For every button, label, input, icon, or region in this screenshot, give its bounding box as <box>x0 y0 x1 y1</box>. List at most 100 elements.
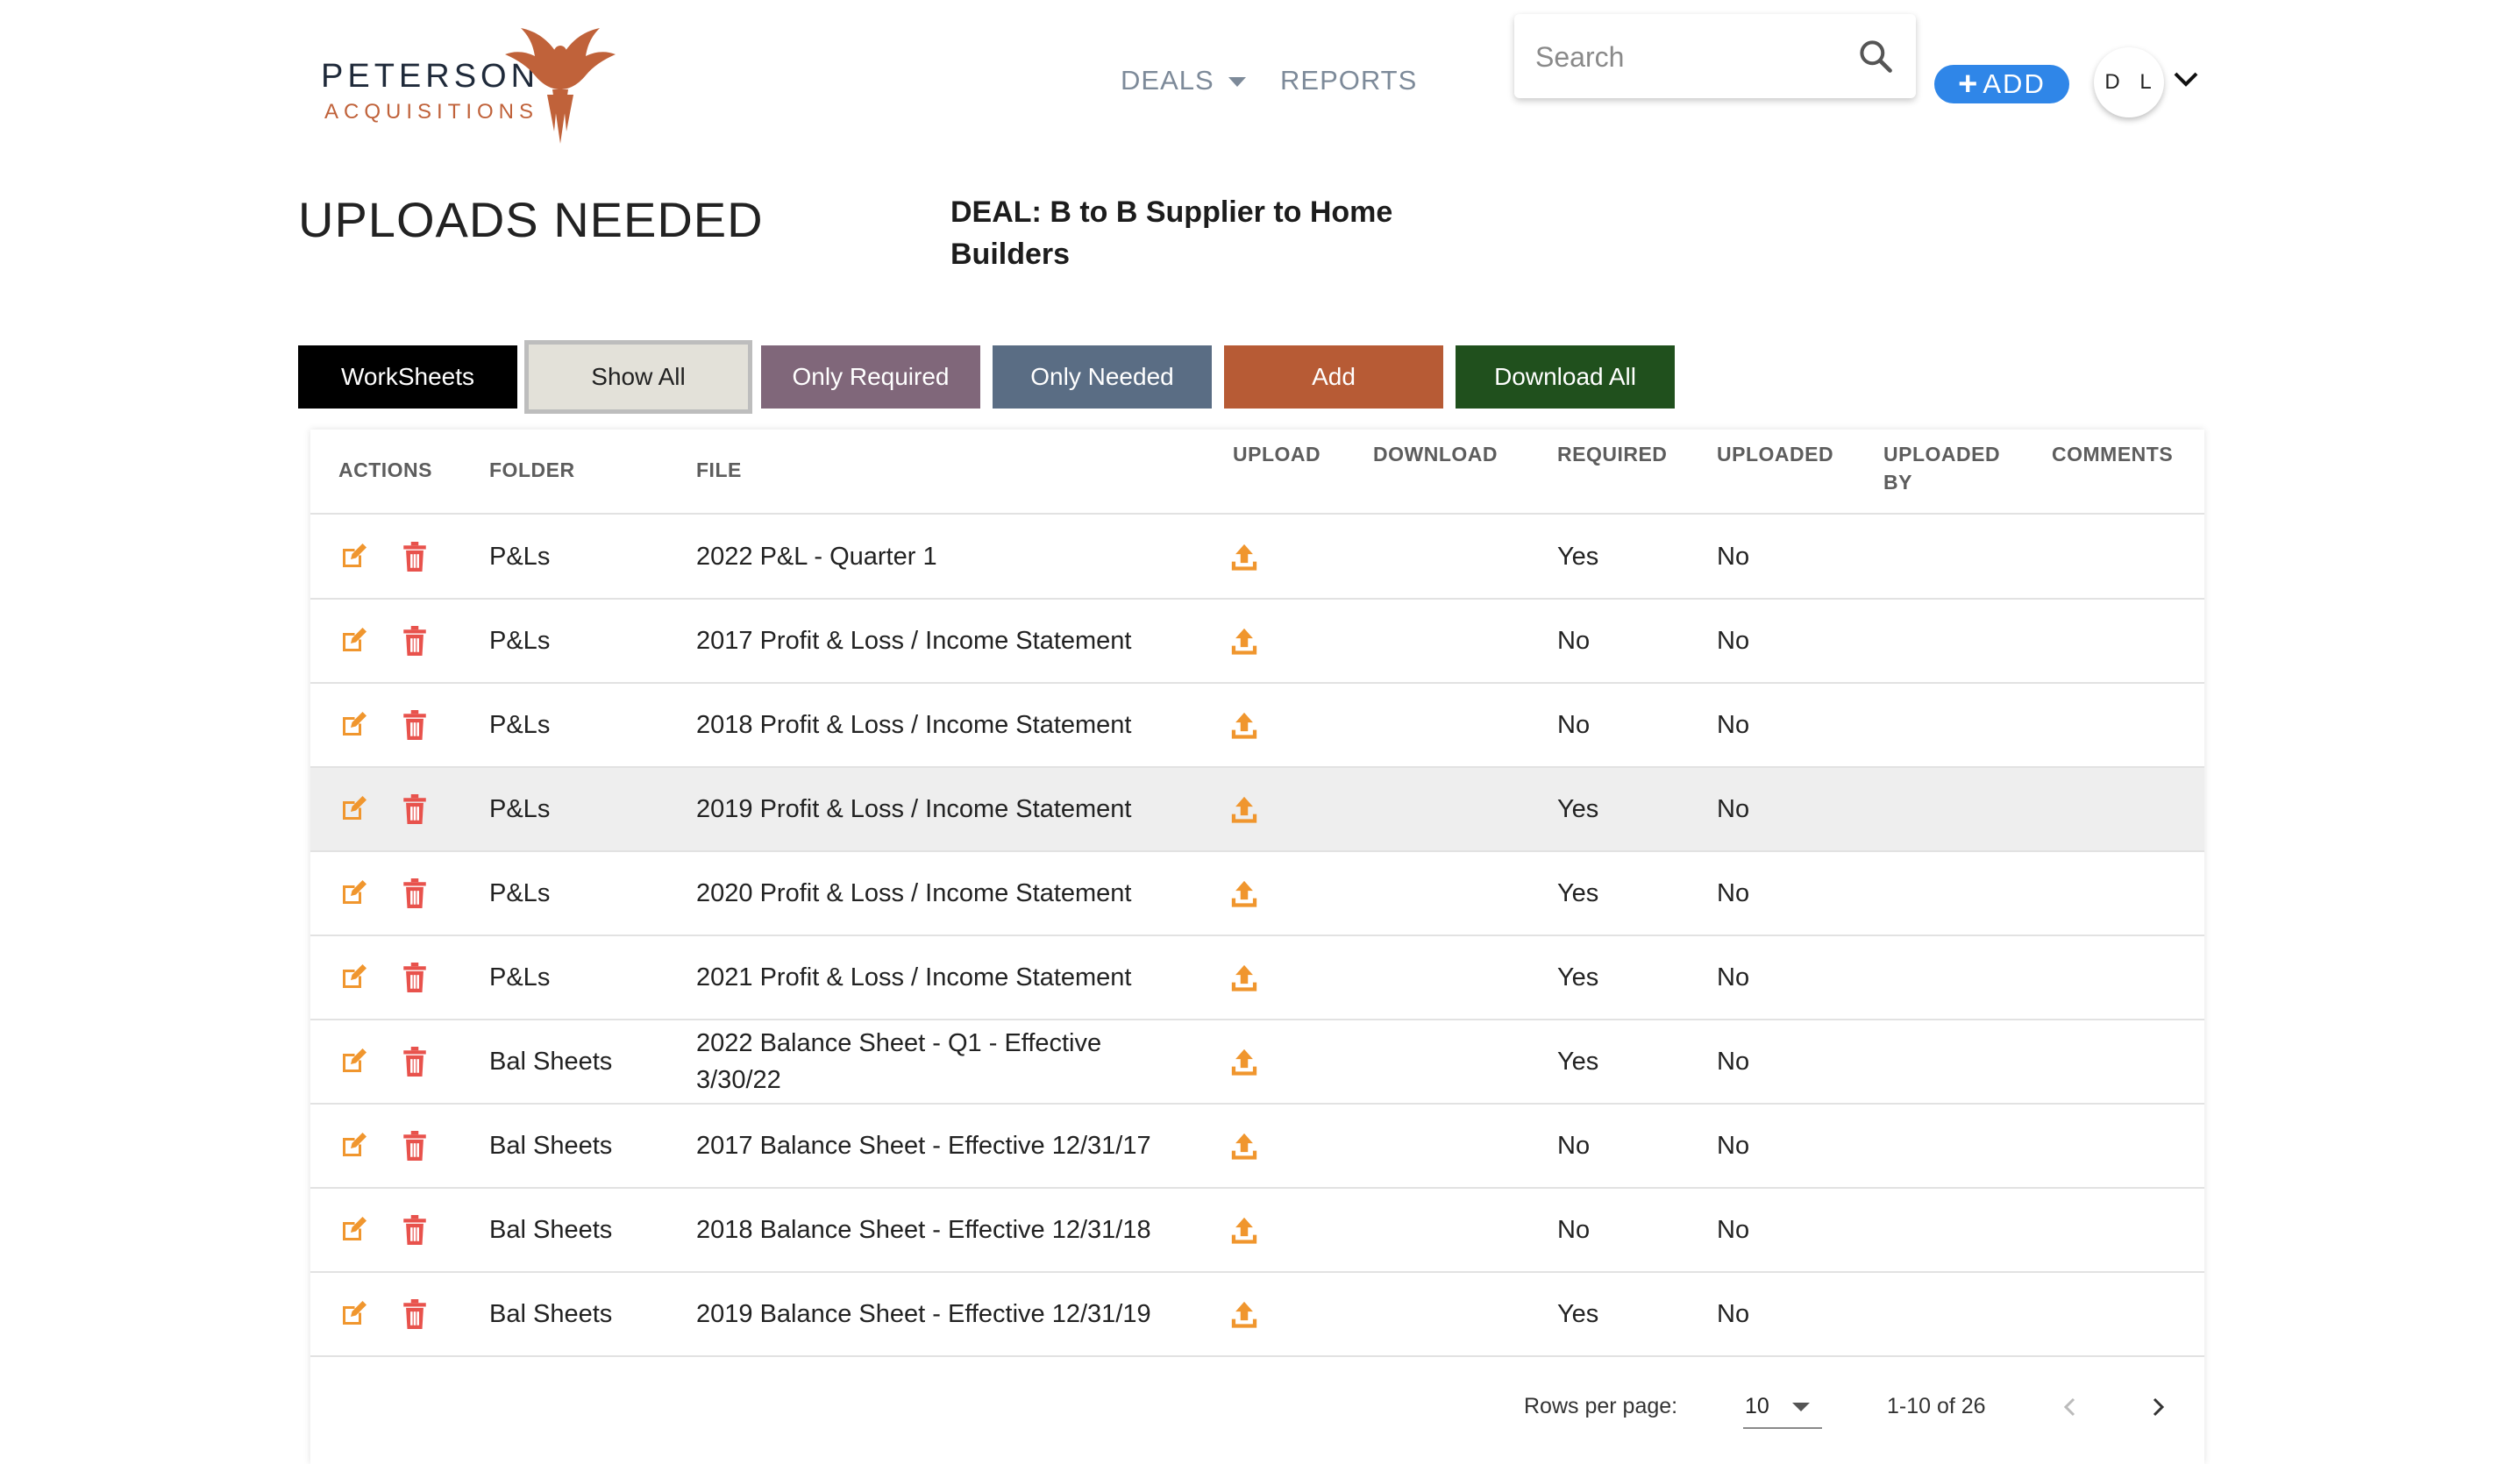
edit-icon[interactable] <box>337 515 372 598</box>
file-cell: 2022 P&L - Quarter 1 <box>696 543 937 571</box>
upload-icon[interactable] <box>1229 936 1264 1019</box>
folder-cell: Bal Sheets <box>489 1216 613 1244</box>
edit-icon[interactable] <box>337 1020 372 1103</box>
upload-icon[interactable] <box>1229 600 1264 682</box>
uploaded-cell: No <box>1717 879 1750 907</box>
caret-down-icon <box>1228 77 1246 88</box>
upload-icon[interactable] <box>1229 1189 1264 1271</box>
uploaded-cell: No <box>1717 543 1750 571</box>
file-cell: 2018 Profit & Loss / Income Statement <box>696 711 1132 739</box>
folder-cell: Bal Sheets <box>489 1300 613 1328</box>
header-divider <box>310 513 2204 515</box>
chevron-left-icon[interactable] <box>2057 1394 2083 1420</box>
search-input[interactable] <box>1534 37 1853 77</box>
nav-reports[interactable]: REPORTS <box>1280 65 1417 96</box>
col-upload: UPLOAD <box>1233 443 1321 465</box>
folder-cell: P&Ls <box>489 963 551 991</box>
table-row: P&Ls 2022 P&L - Quarter 1 Yes No <box>310 515 2204 600</box>
col-uploaded: UPLOADED <box>1717 443 1834 465</box>
uploaded-cell: No <box>1717 1300 1750 1328</box>
delete-icon[interactable] <box>402 936 431 1019</box>
edit-icon[interactable] <box>337 1105 372 1187</box>
upload-icon[interactable] <box>1229 1105 1264 1187</box>
plus-icon: + <box>1958 66 1980 103</box>
upload-icon[interactable] <box>1229 852 1264 935</box>
add-button[interactable]: + ADD <box>1934 65 2069 103</box>
upload-icon[interactable] <box>1229 515 1264 598</box>
folder-cell: P&Ls <box>489 627 551 655</box>
delete-icon[interactable] <box>402 600 431 682</box>
add-button-label: ADD <box>1983 68 2046 99</box>
required-cell: Yes <box>1557 963 1599 991</box>
add-upload-button[interactable]: Add <box>1224 345 1443 409</box>
nav-deals[interactable]: DEALS <box>1121 65 1246 96</box>
uploaded-cell: No <box>1717 1132 1750 1160</box>
col-file: FILE <box>696 458 742 481</box>
chevron-right-icon[interactable] <box>2145 1394 2171 1420</box>
required-cell: No <box>1557 1216 1591 1244</box>
user-avatar[interactable]: D L <box>2094 47 2164 117</box>
upload-icon[interactable] <box>1229 1273 1264 1355</box>
download-all-button[interactable]: Download All <box>1456 345 1675 409</box>
upload-icon[interactable] <box>1229 768 1264 850</box>
col-uploaded-by: UPLOADED BY <box>1883 440 2000 496</box>
uploads-table: ACTIONS FOLDER FILE UPLOAD DOWNLOAD REQU… <box>310 430 2204 1464</box>
edit-icon[interactable] <box>337 936 372 1019</box>
edit-icon[interactable] <box>337 1189 372 1271</box>
only-required-button[interactable]: Only Required <box>761 345 980 409</box>
delete-icon[interactable] <box>402 852 431 935</box>
file-cell: 2019 Balance Sheet - Effective 12/31/19 <box>696 1300 1151 1328</box>
phoenix-icon <box>505 28 616 144</box>
folder-cell: P&Ls <box>489 543 551 571</box>
required-cell: No <box>1557 711 1591 739</box>
upload-icon[interactable] <box>1229 684 1264 766</box>
only-needed-button[interactable]: Only Needed <box>993 345 1212 409</box>
required-cell: No <box>1557 1132 1591 1160</box>
show-all-button[interactable]: Show All <box>524 340 752 414</box>
folder-cell: P&Ls <box>489 879 551 907</box>
worksheets-button[interactable]: WorkSheets <box>298 345 517 409</box>
table-row: Bal Sheets 2019 Balance Sheet - Effective… <box>310 1273 2204 1357</box>
folder-cell: Bal Sheets <box>489 1048 613 1076</box>
uploaded-cell: No <box>1717 627 1750 655</box>
edit-icon[interactable] <box>337 852 372 935</box>
folder-cell: P&Ls <box>489 795 551 823</box>
uploaded-cell: No <box>1717 711 1750 739</box>
delete-icon[interactable] <box>402 1105 431 1187</box>
edit-icon[interactable] <box>337 600 372 682</box>
delete-icon[interactable] <box>402 515 431 598</box>
file-cell: 2022 Balance Sheet - Q1 - Effective 3/30… <box>696 1029 1102 1094</box>
col-download: DOWNLOAD <box>1373 443 1498 465</box>
nav-deals-label: DEALS <box>1121 65 1214 96</box>
rows-per-page-label: Rows per page: <box>1524 1394 1678 1418</box>
upload-icon[interactable] <box>1229 1020 1264 1103</box>
uploaded-cell: No <box>1717 1048 1750 1076</box>
edit-icon[interactable] <box>337 768 372 850</box>
rows-per-page-select[interactable]: 10 <box>1743 1383 1822 1429</box>
col-folder: FOLDER <box>489 458 575 481</box>
uploaded-cell: No <box>1717 963 1750 991</box>
search-box <box>1514 14 1916 98</box>
edit-icon[interactable] <box>337 684 372 766</box>
delete-icon[interactable] <box>402 1020 431 1103</box>
edit-icon[interactable] <box>337 1273 372 1355</box>
delete-icon[interactable] <box>402 1273 431 1355</box>
caret-down-icon <box>1792 1403 1810 1411</box>
table-row: Bal Sheets 2017 Balance Sheet - Effective… <box>310 1105 2204 1189</box>
delete-icon[interactable] <box>402 684 431 766</box>
chevron-down-icon[interactable] <box>2173 70 2199 89</box>
file-cell: 2021 Profit & Loss / Income Statement <box>696 963 1132 991</box>
required-cell: No <box>1557 627 1591 655</box>
delete-icon[interactable] <box>402 1189 431 1271</box>
table-row: P&Ls 2017 Profit & Loss / Income Statemen… <box>310 600 2204 684</box>
delete-icon[interactable] <box>402 768 431 850</box>
file-cell: 2018 Balance Sheet - Effective 12/31/18 <box>696 1216 1151 1244</box>
table-row: P&Ls 2021 Profit & Loss / Income Statemen… <box>310 936 2204 1020</box>
search-icon[interactable] <box>1856 37 1895 75</box>
page-title: UPLOADS NEEDED <box>298 192 764 247</box>
rows-per-page-value: 10 <box>1745 1394 1769 1418</box>
table-row: Bal Sheets 2022 Balance Sheet - Q1 - Effe… <box>310 1020 2204 1105</box>
brand-logo[interactable]: PETERSON ACQUISITIONS <box>321 25 619 144</box>
required-cell: Yes <box>1557 1300 1599 1328</box>
required-cell: Yes <box>1557 543 1599 571</box>
